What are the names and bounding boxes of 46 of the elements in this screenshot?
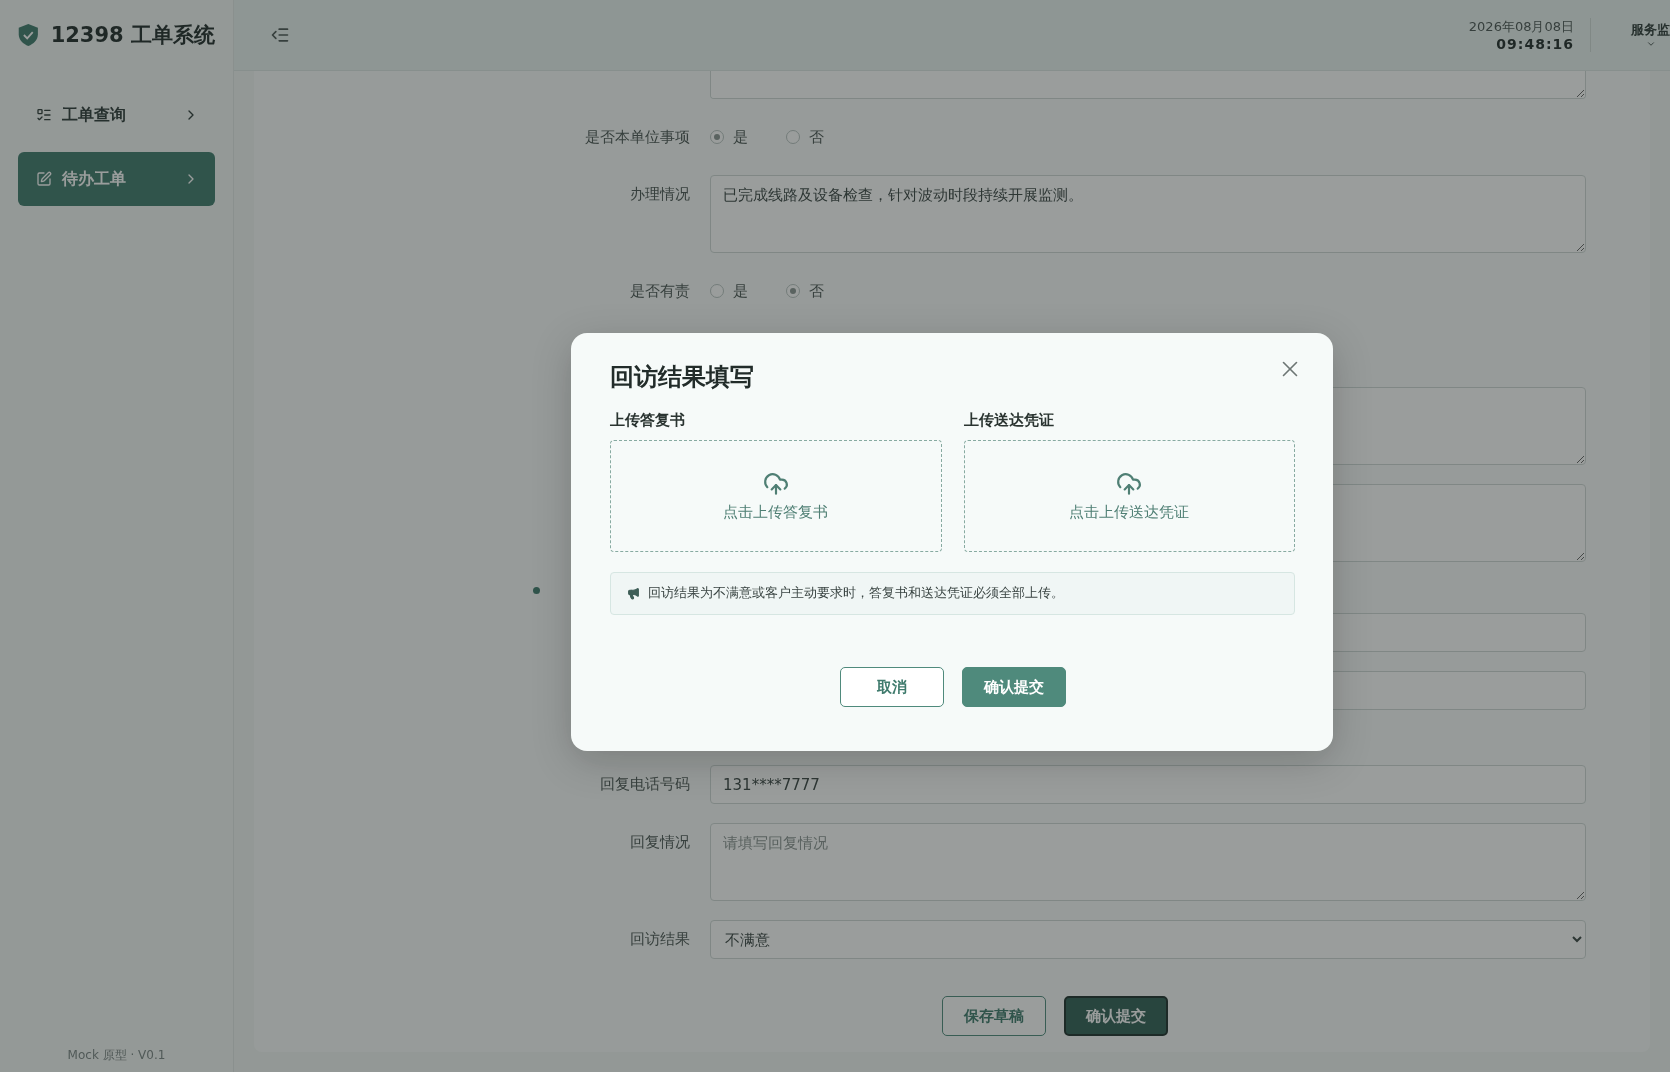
field-label: 回访结果 bbox=[629, 929, 690, 950]
user-menu[interactable]: 服务监 bbox=[1631, 21, 1670, 49]
radio-option[interactable]: 是 bbox=[710, 127, 748, 147]
field-label: 是否本单位事项 bbox=[584, 127, 690, 148]
field-label: 回复情况 bbox=[629, 832, 690, 853]
field-label: 是否有责 bbox=[629, 281, 690, 302]
input-field[interactable]: 131****7777 bbox=[710, 765, 1586, 804]
radio-button[interactable] bbox=[710, 130, 724, 144]
notice-text: 回访结果为不满意或客户主动要求时，答复书和送达凭证必须全部上传。 bbox=[648, 585, 1064, 602]
date-text: 2026年08月08日 bbox=[1468, 18, 1574, 36]
cancel-button[interactable]: 取消 bbox=[839, 667, 944, 707]
caret-icon bbox=[1645, 39, 1656, 49]
time-text: 09:48:16 bbox=[1496, 36, 1574, 52]
nav-item[interactable]: 待办工单 bbox=[18, 152, 215, 206]
text-area-field[interactable]: 已完成线路及设备检查，针对波动时段持续开展监测。 bbox=[710, 175, 1586, 253]
radio-button[interactable] bbox=[786, 284, 800, 298]
megaphone-icon bbox=[627, 587, 640, 600]
upload-hint: 点击上传答复书 bbox=[723, 502, 829, 522]
radio-button[interactable] bbox=[710, 284, 724, 298]
upload-label: 上传答复书 bbox=[610, 411, 686, 430]
text-area-field[interactable] bbox=[710, 71, 1586, 99]
edit-icon bbox=[36, 171, 52, 187]
app-title: 12398 工单系统 bbox=[50, 22, 215, 49]
upload-area[interactable]: 点击上传送达凭证 bbox=[963, 440, 1295, 552]
submit-button[interactable]: 确认提交 bbox=[1064, 996, 1168, 1036]
dialog-title: 回访结果填写 bbox=[610, 362, 754, 393]
upload-icon bbox=[762, 470, 789, 497]
text-area-field[interactable]: 请填写回复情况 bbox=[710, 823, 1586, 901]
nav-item[interactable]: 工单查询 bbox=[18, 88, 215, 142]
list-icon bbox=[36, 107, 52, 123]
upload-label: 上传送达凭证 bbox=[963, 411, 1055, 430]
field-label: 回复电话号码 bbox=[599, 774, 690, 795]
radio-option[interactable]: 否 bbox=[786, 127, 824, 147]
field-label: 办理情况 bbox=[629, 184, 690, 205]
version-text: Mock 原型 · V0.1 bbox=[66, 1047, 167, 1064]
bullet-dot bbox=[533, 587, 540, 594]
upload-area[interactable]: 点击上传答复书 bbox=[610, 440, 942, 552]
radio-option[interactable]: 否 bbox=[786, 281, 824, 301]
radio-button[interactable] bbox=[786, 130, 800, 144]
menu-icon[interactable] bbox=[270, 25, 290, 45]
select-field[interactable]: 不满意 bbox=[710, 920, 1586, 959]
radio-option[interactable]: 是 bbox=[710, 281, 748, 301]
save-draft-button[interactable]: 保存草稿 bbox=[942, 996, 1046, 1036]
upload-icon bbox=[1116, 470, 1143, 497]
upload-hint: 点击上传送达凭证 bbox=[1069, 502, 1190, 522]
confirm-button[interactable]: 确认提交 bbox=[961, 667, 1066, 707]
